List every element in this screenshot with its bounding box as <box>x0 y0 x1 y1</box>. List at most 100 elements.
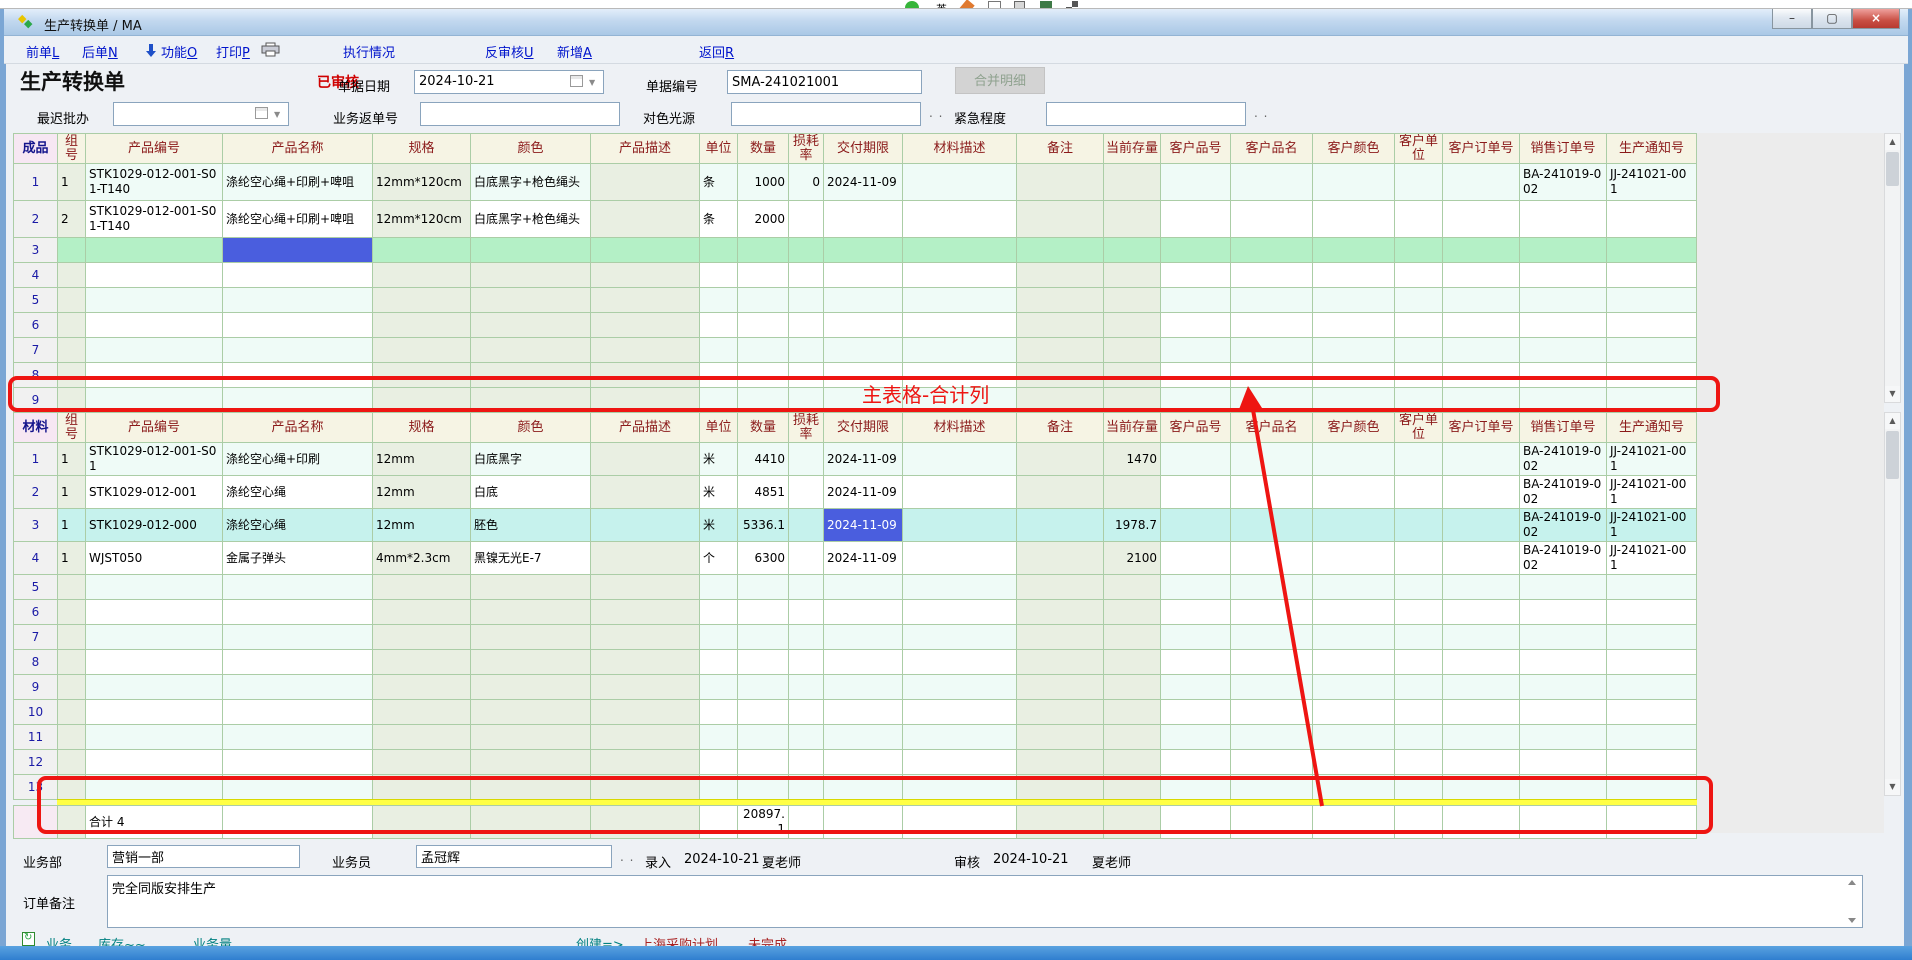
grid-cell[interactable]: 4851 <box>738 476 789 509</box>
minimize-button[interactable]: – <box>1772 9 1812 29</box>
grid-cell[interactable] <box>1231 575 1313 600</box>
grid-cell[interactable] <box>58 700 86 725</box>
grid-cell[interactable] <box>1313 575 1395 600</box>
close-button[interactable]: × <box>1852 9 1900 29</box>
grid-cell[interactable]: 涤纶空心绳+印刷 <box>223 443 373 476</box>
column-header[interactable]: 客户品号 <box>1161 413 1231 443</box>
ime-picture-icon[interactable] <box>988 1 1001 9</box>
grid-cell[interactable] <box>86 625 223 650</box>
grid-cell[interactable] <box>1313 164 1395 201</box>
grid-cell[interactable] <box>1161 238 1231 263</box>
grid-cell[interactable] <box>1104 725 1161 750</box>
grid-cell[interactable] <box>903 725 1017 750</box>
dept-input[interactable] <box>107 845 300 868</box>
column-header[interactable]: 客户颜色 <box>1313 134 1395 164</box>
grid-cell[interactable]: 1000 <box>738 164 789 201</box>
grid-cell[interactable]: 1 <box>58 542 86 575</box>
column-header[interactable]: 材料描述 <box>903 134 1017 164</box>
grid-cell[interactable]: 12mm*120cm <box>373 164 471 201</box>
grid-cell[interactable] <box>373 675 471 700</box>
grid-cell[interactable] <box>1104 575 1161 600</box>
grid-cell[interactable] <box>86 313 223 338</box>
grid-cell[interactable] <box>471 750 591 775</box>
grid-cell[interactable] <box>591 700 700 725</box>
column-header[interactable]: 产品名称 <box>223 413 373 443</box>
refresh-doc-icon[interactable] <box>22 932 35 946</box>
grid-cell[interactable]: 12mm <box>373 476 471 509</box>
grid-cell[interactable]: JJ-241021-001 <box>1607 443 1697 476</box>
grid-cell[interactable] <box>1520 313 1607 338</box>
grid-cell[interactable] <box>903 675 1017 700</box>
grid-cell[interactable] <box>1443 313 1520 338</box>
grid-cell[interactable] <box>471 238 591 263</box>
grid-cell[interactable] <box>591 313 700 338</box>
grid-cell[interactable] <box>1443 164 1520 201</box>
grid-cell[interactable] <box>591 675 700 700</box>
grid-cell[interactable] <box>789 625 824 650</box>
grid-cell[interactable] <box>1104 238 1161 263</box>
salesperson-input[interactable] <box>416 845 612 868</box>
grid-cell[interactable] <box>738 288 789 313</box>
grid-cell[interactable] <box>824 288 903 313</box>
toolbar-item-1[interactable]: 前单L <box>26 42 59 61</box>
grid-cell[interactable] <box>1313 443 1395 476</box>
grid-cell[interactable] <box>824 313 903 338</box>
grid-cell[interactable] <box>1161 700 1231 725</box>
grid-cell[interactable] <box>824 625 903 650</box>
dots-3[interactable]: . . <box>620 850 634 864</box>
grid-cell[interactable] <box>1607 338 1697 363</box>
grid-cell[interactable] <box>1231 750 1313 775</box>
grid-cell[interactable] <box>1161 750 1231 775</box>
grid-cell[interactable] <box>1161 575 1231 600</box>
grid-cell[interactable]: 1 <box>58 476 86 509</box>
dots-1[interactable]: . . <box>929 106 943 120</box>
latest-approve-combo[interactable]: ▼ <box>113 102 289 126</box>
grid-cell[interactable] <box>223 700 373 725</box>
grid-cell[interactable] <box>1443 600 1520 625</box>
grid-cell[interactable] <box>1607 575 1697 600</box>
grid-cell[interactable] <box>1161 313 1231 338</box>
row-number[interactable]: 1 <box>14 164 58 201</box>
grid-cell[interactable] <box>1313 238 1395 263</box>
grid-cell[interactable] <box>591 338 700 363</box>
grid-cell[interactable]: 2 <box>58 201 86 238</box>
grid-cell[interactable] <box>86 675 223 700</box>
grid-cell[interactable] <box>1231 313 1313 338</box>
grid-cell[interactable]: 涤纶空心绳 <box>223 509 373 542</box>
grid-cell[interactable] <box>1231 725 1313 750</box>
grid-cell[interactable]: 涤纶空心绳+印刷+啤咀 <box>223 201 373 238</box>
grid-cell[interactable] <box>1017 476 1104 509</box>
grid-cell[interactable] <box>1017 509 1104 542</box>
column-header[interactable]: 产品描述 <box>591 134 700 164</box>
grid-cell[interactable] <box>1231 164 1313 201</box>
grid-cell[interactable] <box>789 338 824 363</box>
grid-cell[interactable] <box>903 750 1017 775</box>
row-number[interactable]: 1 <box>14 443 58 476</box>
grid-cell[interactable] <box>223 238 373 263</box>
grid-cell[interactable] <box>1313 675 1395 700</box>
grid-cell[interactable]: 4mm*2.3cm <box>373 542 471 575</box>
grid-cell[interactable] <box>471 675 591 700</box>
column-header[interactable]: 客户品号 <box>1161 134 1231 164</box>
grid-cell[interactable] <box>373 238 471 263</box>
grid-cell[interactable]: 白底黑字 <box>471 443 591 476</box>
toolbar-item-6[interactable]: 反审核U <box>485 42 534 61</box>
grid-cell[interactable] <box>1161 725 1231 750</box>
grid-cell[interactable] <box>1520 263 1607 288</box>
grid-cell[interactable] <box>700 263 738 288</box>
grid-cell[interactable] <box>1017 542 1104 575</box>
grid-cell[interactable] <box>789 600 824 625</box>
grid-cell[interactable] <box>58 575 86 600</box>
column-header[interactable]: 备注 <box>1017 134 1104 164</box>
grid-cell[interactable] <box>471 650 591 675</box>
grid-cell[interactable] <box>1231 443 1313 476</box>
grid-cell[interactable] <box>58 750 86 775</box>
column-header[interactable]: 数量 <box>738 413 789 443</box>
column-header[interactable]: 客户品名 <box>1231 413 1313 443</box>
grid-cell[interactable] <box>789 288 824 313</box>
grid-cell[interactable] <box>1313 650 1395 675</box>
column-header[interactable]: 规格 <box>373 134 471 164</box>
grid-cell[interactable]: STK1029-012-001 <box>86 476 223 509</box>
grid-cell[interactable] <box>789 476 824 509</box>
grid-cell[interactable] <box>738 700 789 725</box>
